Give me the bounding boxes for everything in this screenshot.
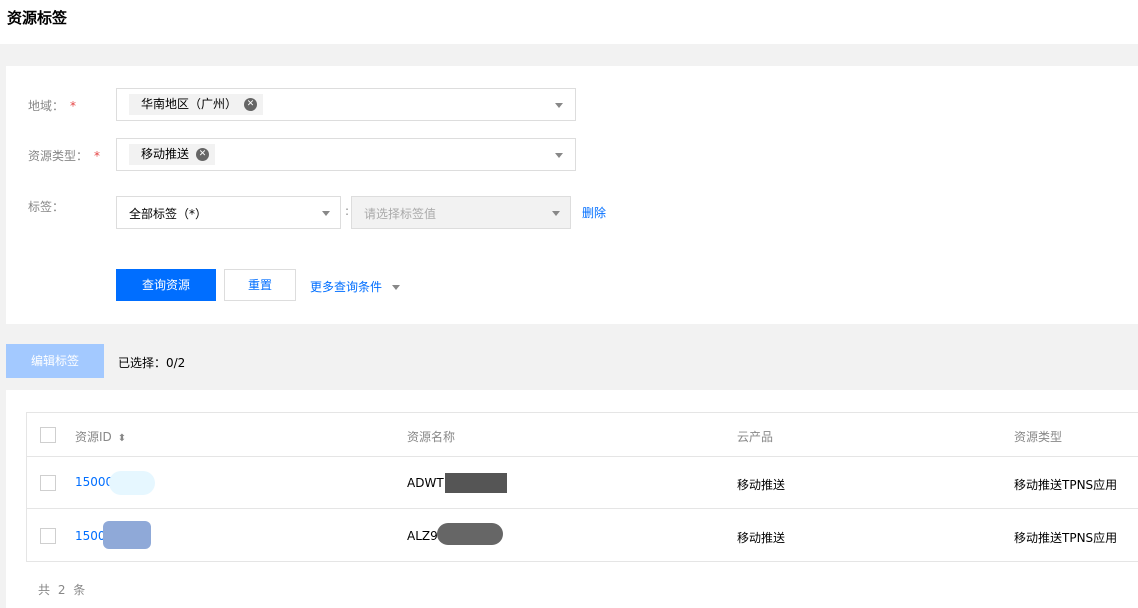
more-conditions-link[interactable]: 更多查询条件 xyxy=(310,278,400,295)
row-checkbox[interactable] xyxy=(40,528,56,544)
row-checkbox[interactable] xyxy=(40,475,56,491)
column-header-product: 云产品 xyxy=(737,430,774,444)
cloud-product: 移动推送 xyxy=(737,478,786,492)
table-header: 资源ID ⬍ 资源名称 云产品 资源类型 xyxy=(27,413,1138,457)
resource-name: ADWT xyxy=(407,476,444,490)
chevron-down-icon xyxy=(555,153,563,158)
tag-value-placeholder: 请选择标签值 xyxy=(364,207,437,221)
region-chip: 华南地区（广州） ✕ xyxy=(129,94,264,115)
redaction-blur xyxy=(103,521,151,549)
resource-table: 资源ID ⬍ 资源名称 云产品 资源类型 15000 ADWT 移动推送 移动推送… xyxy=(26,412,1138,562)
total-count: 共 2 条 xyxy=(38,583,88,597)
required-mark: * xyxy=(70,99,77,113)
region-label: 地域： * xyxy=(28,99,77,113)
filter-panel: 地域： * 华南地区（广州） ✕ 资源类型： * 移动推送 ✕ 标签： 全部标签（*… xyxy=(6,66,1138,324)
column-header-type: 资源类型 xyxy=(1014,430,1063,444)
tag-value-select[interactable]: 请选择标签值 xyxy=(351,196,571,229)
edit-tags-button[interactable]: 编辑标签 xyxy=(6,344,104,378)
chevron-down-icon xyxy=(555,103,563,108)
table-panel: 资源ID ⬍ 资源名称 云产品 资源类型 15000 ADWT 移动推送 移动推送… xyxy=(6,390,1138,608)
tag-separator: : xyxy=(345,204,350,218)
required-mark: * xyxy=(94,149,101,163)
page-header: 资源标签 xyxy=(0,0,1138,44)
resource-type-select[interactable]: 移动推送 ✕ xyxy=(116,138,576,171)
resource-type-chip: 移动推送 ✕ xyxy=(129,144,216,165)
reset-button[interactable]: 重置 xyxy=(224,269,296,301)
tag-key-value: 全部标签（*） xyxy=(129,207,208,221)
delete-link[interactable]: 删除 xyxy=(582,204,606,221)
resource-type: 移动推送TPNS应用 xyxy=(1014,478,1118,492)
selected-count: 已选择：0/2 xyxy=(118,356,186,370)
resource-type-label: 资源类型： * xyxy=(28,149,101,163)
cloud-product: 移动推送 xyxy=(737,531,786,545)
redaction-blur xyxy=(109,471,155,495)
chevron-down-icon xyxy=(552,211,560,216)
sort-icon[interactable]: ⬍ xyxy=(118,433,126,444)
resource-type: 移动推送TPNS应用 xyxy=(1014,531,1118,545)
close-icon[interactable]: ✕ xyxy=(196,148,210,161)
resource-name: ALZ9 xyxy=(407,529,438,543)
region-select[interactable]: 华南地区（广州） ✕ xyxy=(116,88,576,121)
column-header-name: 资源名称 xyxy=(407,430,456,444)
resource-id-link[interactable]: 15000 xyxy=(75,475,113,489)
tag-key-select[interactable]: 全部标签（*） xyxy=(116,196,341,229)
table-row: 1500 ALZ9 移动推送 移动推送TPNS应用 xyxy=(27,510,1138,562)
redaction-blur xyxy=(437,523,503,545)
resource-id-link[interactable]: 1500 xyxy=(75,529,106,543)
tag-label: 标签： xyxy=(28,200,65,214)
select-all-checkbox[interactable] xyxy=(40,427,56,443)
table-row: 15000 ADWT 移动推送 移动推送TPNS应用 xyxy=(27,457,1138,509)
chevron-down-icon xyxy=(322,211,330,216)
redaction-blur xyxy=(445,473,507,493)
chevron-down-icon xyxy=(391,285,400,290)
column-header-id[interactable]: 资源ID ⬍ xyxy=(75,428,126,445)
page-title: 资源标签 xyxy=(7,9,68,27)
query-button[interactable]: 查询资源 xyxy=(116,269,216,301)
close-icon[interactable]: ✕ xyxy=(244,98,258,111)
